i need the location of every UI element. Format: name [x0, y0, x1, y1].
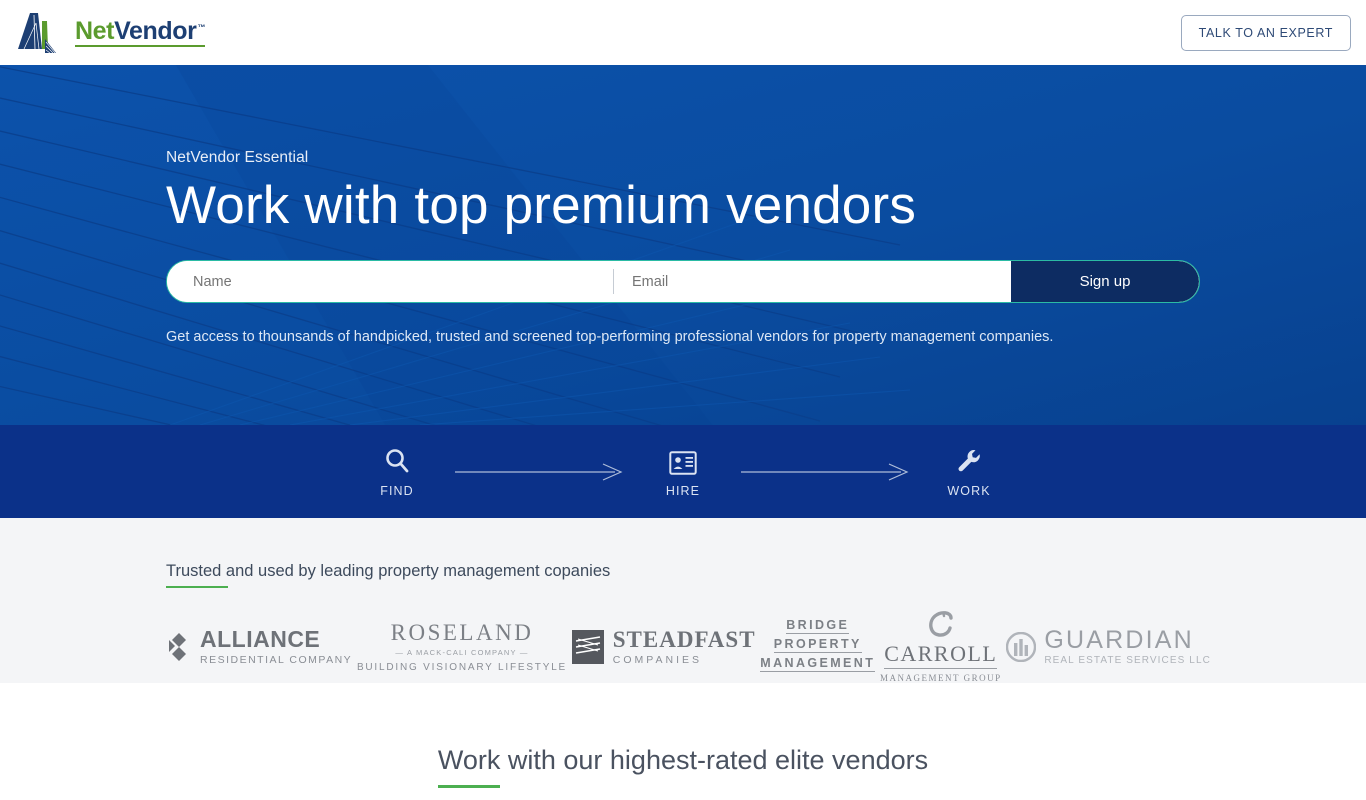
client-logo-line2: MANAGEMENT GROUP [879, 673, 1002, 684]
name-input[interactable] [167, 261, 613, 303]
arrow-connector-2 [731, 462, 921, 481]
client-logo-line2: REAL ESTATE SERVICES LLC [1044, 654, 1211, 666]
wrench-icon [955, 445, 983, 475]
logo[interactable]: Net Vendor ™ [12, 9, 205, 57]
process-band: FIND HIRE WORK [0, 425, 1366, 518]
trusted-section: Trusted and used by leading property man… [0, 518, 1366, 683]
process-step-work: WORK [921, 445, 1017, 498]
carroll-script-c-icon [928, 611, 953, 637]
client-logo-line2: PROPERTY [773, 637, 862, 654]
id-card-icon [669, 445, 697, 475]
steadfast-mark-icon [571, 629, 604, 664]
client-logo-line1: BRIDGE [786, 618, 850, 635]
alliance-mark-icon [169, 632, 186, 661]
client-logo-guardian: GUARDIAN REAL ESTATE SERVICES LLC [1006, 625, 1211, 666]
process-step-find: FIND [349, 445, 445, 498]
hero-eyebrow: NetVendor Essential [166, 149, 309, 166]
trusted-heading: Trusted and used by leading property man… [166, 562, 610, 588]
logo-net-text: Net [75, 16, 115, 45]
process-step-label: WORK [947, 484, 991, 498]
client-logo-line2: RESIDENTIAL COMPANY [200, 653, 353, 666]
client-logo-line1: GUARDIAN [1044, 625, 1194, 654]
logo-wordmark: Net Vendor ™ [75, 16, 206, 47]
logo-trademark: ™ [197, 22, 206, 32]
client-logo-roseland: ROSELAND — A MACK-CALI COMPANY — BUILDIN… [357, 621, 567, 673]
client-logo-carroll: CARROLL MANAGEMENT GROUP [880, 610, 1002, 683]
client-logo-line3: MANAGEMENT [760, 656, 876, 673]
elite-vendors-heading: Work with our highest-rated elite vendor… [437, 745, 928, 788]
client-logo-line1: STEADFAST [612, 626, 756, 652]
client-logo-line1: ALLIANCE [200, 625, 321, 652]
magnifier-icon [383, 445, 411, 475]
process-step-hire: HIRE [635, 445, 731, 498]
hero-section: NetVendor Essential Work with top premiu… [0, 65, 1366, 425]
client-logo-line2: — A MACK-CALI COMPANY — [395, 647, 529, 657]
hero-subtext: Get access to thounsands of handpicked, … [166, 329, 1054, 346]
client-logo-line1: CARROLL [884, 641, 998, 670]
elite-vendors-section: Work with our highest-rated elite vendor… [0, 683, 1366, 800]
netvendor-bridge-logo-icon [18, 12, 56, 53]
client-logo-steadfast: STEADFAST COMPANIES [571, 626, 756, 666]
process-step-label: HIRE [665, 484, 701, 498]
logo-underline [75, 44, 206, 47]
site-header: Net Vendor ™ TALK TO AN EXPERT [0, 0, 1366, 65]
client-logo-bridge: BRIDGE PROPERTY MANAGEMENT [760, 618, 876, 675]
hero-title: Work with top premium vendors [166, 176, 917, 235]
guardian-shield-mark-icon [1006, 631, 1037, 662]
client-logo-line3: BUILDING VISIONARY LIFESTYLE [356, 661, 568, 673]
client-logos-row: ALLIANCE RESIDENTIAL COMPANY ROSELAND — … [166, 610, 1211, 683]
signup-form: Sign up [166, 260, 1200, 304]
email-input[interactable] [614, 261, 1011, 303]
client-logo-line1: ROSELAND [390, 619, 534, 645]
logo-vendor-text: Vendor [114, 16, 197, 45]
arrow-connector-1 [445, 462, 635, 481]
client-logo-line2: COMPANIES [612, 653, 702, 666]
process-step-label: FIND [380, 484, 414, 498]
client-logo-alliance: ALLIANCE RESIDENTIAL COMPANY [166, 625, 353, 666]
sign-up-button[interactable]: Sign up [1011, 261, 1199, 303]
talk-to-an-expert-button[interactable]: TALK TO AN EXPERT [1180, 14, 1351, 51]
